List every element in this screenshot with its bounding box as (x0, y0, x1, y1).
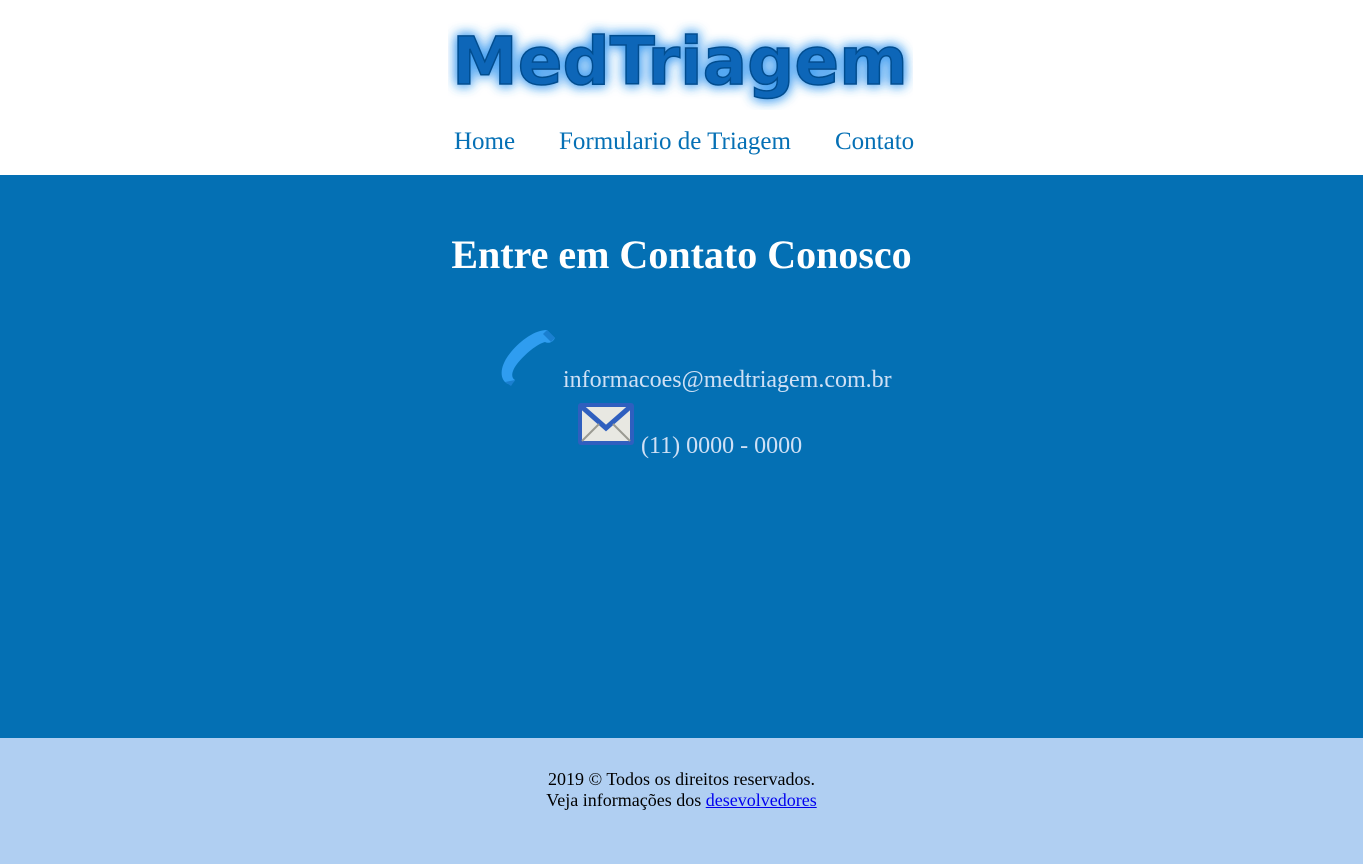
contact-section: Entre em Contato Conosco informacoes@med… (0, 175, 1363, 738)
developers-link[interactable]: desevolvedores (706, 790, 817, 810)
nav-home-link[interactable]: Home (454, 126, 515, 158)
page-title: Entre em Contato Conosco (451, 232, 912, 277)
nav-contact-link[interactable]: Contato (835, 126, 914, 158)
site-header: MedTriagem Home Formulario de Triagem Co… (0, 0, 1363, 175)
site-logo[interactable]: MedTriagem (448, 10, 913, 110)
logo-text: MedTriagem (452, 23, 908, 100)
site-footer: 2019 © Todos os direitos reservados. Vej… (0, 738, 1363, 864)
contact-phone[interactable]: (11) 0000 - 0000 (641, 431, 802, 461)
mail-icon (577, 402, 635, 446)
phone-icon (497, 328, 557, 388)
developers-line: Veja informações dos desevolvedores (0, 789, 1363, 811)
nav-form-link[interactable]: Formulario de Triagem (559, 126, 791, 158)
developers-prefix: Veja informações dos (546, 790, 706, 810)
contact-email[interactable]: informacoes@medtriagem.com.br (563, 365, 892, 395)
copyright-text: 2019 © Todos os direitos reservados. (547, 769, 816, 789)
main-nav: Home Formulario de Triagem Contato (0, 126, 1363, 158)
